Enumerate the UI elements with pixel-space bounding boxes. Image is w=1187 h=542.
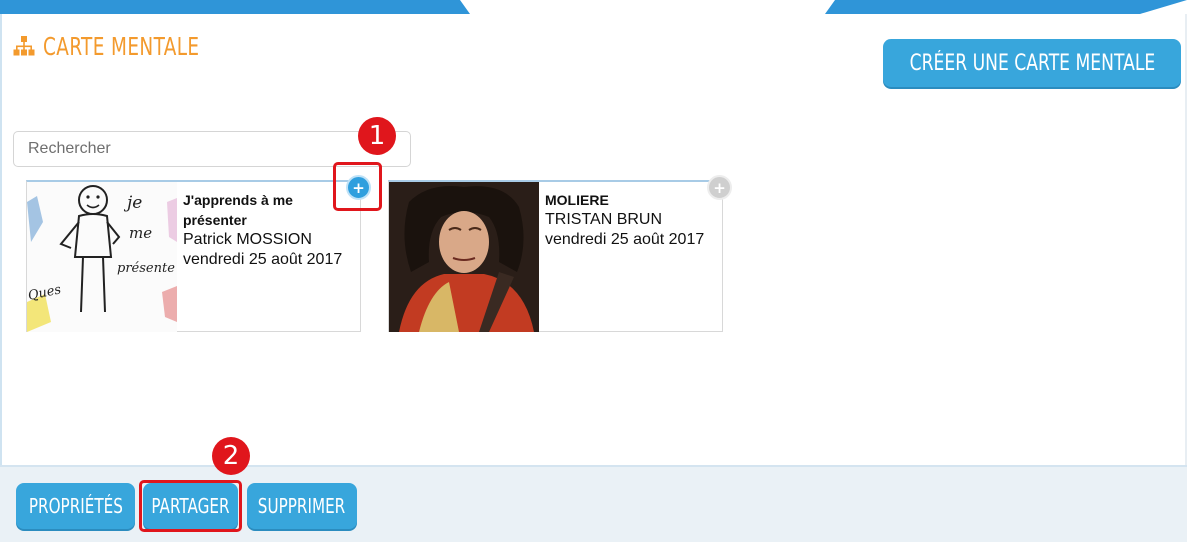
card-title: J'apprends à me présenter xyxy=(183,192,293,228)
card-info: MOLIERE TRISTAN BRUN vendredi 25 août 20… xyxy=(545,190,720,250)
mind-map-card[interactable]: MOLIERE TRISTAN BRUN vendredi 25 août 20… xyxy=(388,180,723,332)
properties-label: PROPRIÉTÉS xyxy=(28,494,123,518)
card-title: MOLIERE xyxy=(545,192,609,208)
content-border xyxy=(0,14,2,466)
properties-button[interactable]: PROPRIÉTÉS xyxy=(16,483,135,529)
top-tab-bar xyxy=(0,0,1187,14)
add-icon[interactable]: + xyxy=(707,175,732,200)
card-date: vendredi 25 août 2017 xyxy=(545,231,705,248)
create-mind-map-label: CRÉER UNE CARTE MENTALE xyxy=(909,50,1155,76)
card-author: TRISTAN BRUN xyxy=(545,211,663,228)
sitemap-icon xyxy=(13,36,35,56)
delete-label: SUPPRIMER xyxy=(258,494,346,518)
page-title: CARTE MENTALE xyxy=(13,30,234,62)
annotation-highlight xyxy=(139,480,242,532)
card-date: vendredi 25 août 2017 xyxy=(183,251,343,268)
annotation-badge: 1 xyxy=(358,117,396,155)
card-thumbnail: je me présente Ques xyxy=(27,182,177,332)
delete-button[interactable]: SUPPRIMER xyxy=(247,483,357,529)
card-info: J'apprends à me présenter Patrick MOSSIO… xyxy=(183,190,358,270)
create-mind-map-button[interactable]: CRÉER UNE CARTE MENTALE xyxy=(883,39,1181,87)
card-author: Patrick MOSSION xyxy=(183,231,312,248)
annotation-badge: 2 xyxy=(212,437,250,475)
mind-map-card[interactable]: je me présente Ques J'apprends à me prés… xyxy=(26,180,361,332)
page-title-text: CARTE MENTALE xyxy=(43,31,200,61)
svg-text:me: me xyxy=(129,224,152,242)
annotation-highlight xyxy=(333,162,382,211)
svg-text:présente: présente xyxy=(117,261,175,276)
card-thumbnail xyxy=(389,182,539,332)
